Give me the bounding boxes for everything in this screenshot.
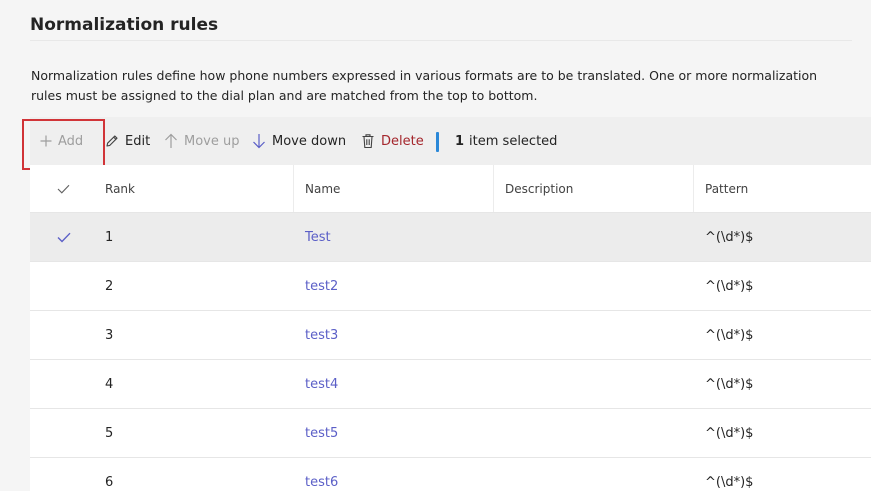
move-up-button-label: Move up (184, 133, 240, 149)
table-row[interactable]: 4 test4 ^(\d*)$ (30, 360, 871, 409)
normalization-rules-table: Rank Name Description Pattern 1 Test ^(\… (30, 165, 871, 491)
row-name-link[interactable]: test3 (305, 311, 338, 359)
select-all-checkbox[interactable] (57, 165, 70, 212)
selection-text: item selected (469, 133, 558, 149)
checkmark-icon (57, 232, 71, 242)
page-description: Normalization rules define how phone num… (31, 68, 818, 103)
add-button-highlight (22, 119, 105, 170)
table-row[interactable]: 5 test5 ^(\d*)$ (30, 409, 871, 458)
table-row[interactable]: 1 Test ^(\d*)$ (30, 213, 871, 262)
row-rank: 2 (105, 278, 114, 294)
row-rank: 4 (105, 376, 114, 392)
column-header-description[interactable]: Description (505, 165, 573, 212)
row-rank: 6 (105, 474, 114, 490)
row-name-link[interactable]: test2 (305, 262, 338, 310)
row-rank: 3 (105, 327, 114, 343)
column-header-rank[interactable]: Rank (105, 165, 135, 212)
delete-button-label: Delete (381, 133, 424, 149)
selection-status: 1 item selected (455, 117, 557, 165)
table-row[interactable]: 2 test2 ^(\d*)$ (30, 262, 871, 311)
row-pattern: ^(\d*)$ (705, 474, 754, 490)
edit-button[interactable]: Edit (105, 117, 150, 165)
row-pattern: ^(\d*)$ (705, 327, 754, 343)
trash-icon (362, 134, 374, 149)
row-name-link[interactable]: test5 (305, 409, 338, 457)
table-row[interactable]: 3 test3 ^(\d*)$ (30, 311, 871, 360)
column-divider (693, 165, 694, 212)
delete-button[interactable]: Delete (361, 117, 424, 165)
row-rank: 1 (105, 229, 114, 245)
pencil-icon (106, 135, 118, 147)
row-checkbox[interactable] (57, 213, 71, 261)
row-name-link[interactable]: test4 (305, 360, 338, 408)
edit-button-label: Edit (125, 133, 151, 149)
row-name-link[interactable]: Test (305, 213, 331, 261)
selection-count: 1 (455, 133, 465, 149)
table-header-row: Rank Name Description Pattern (30, 165, 871, 213)
row-pattern: ^(\d*)$ (705, 376, 754, 392)
divider (30, 40, 852, 41)
column-header-pattern[interactable]: Pattern (705, 165, 748, 212)
row-pattern: ^(\d*)$ (705, 229, 754, 245)
row-name-link[interactable]: test6 (305, 458, 338, 491)
row-rank: 5 (105, 425, 114, 441)
move-up-button[interactable]: Move up (164, 117, 240, 165)
checkmark-icon (57, 184, 70, 194)
row-pattern: ^(\d*)$ (705, 425, 754, 441)
column-header-name[interactable]: Name (305, 165, 340, 212)
column-divider (293, 165, 294, 212)
selection-indicator (436, 132, 439, 152)
move-down-button[interactable]: Move down (252, 117, 346, 165)
table-row[interactable]: 6 test6 ^(\d*)$ (30, 458, 871, 491)
arrow-down-icon (253, 134, 265, 149)
arrow-up-icon (165, 133, 177, 148)
command-bar: Add Edit Move up Move down Delete 1 item… (30, 117, 871, 165)
row-pattern: ^(\d*)$ (705, 278, 754, 294)
column-divider (493, 165, 494, 212)
move-down-button-label: Move down (272, 133, 347, 149)
page-title: Normalization rules (30, 15, 219, 35)
